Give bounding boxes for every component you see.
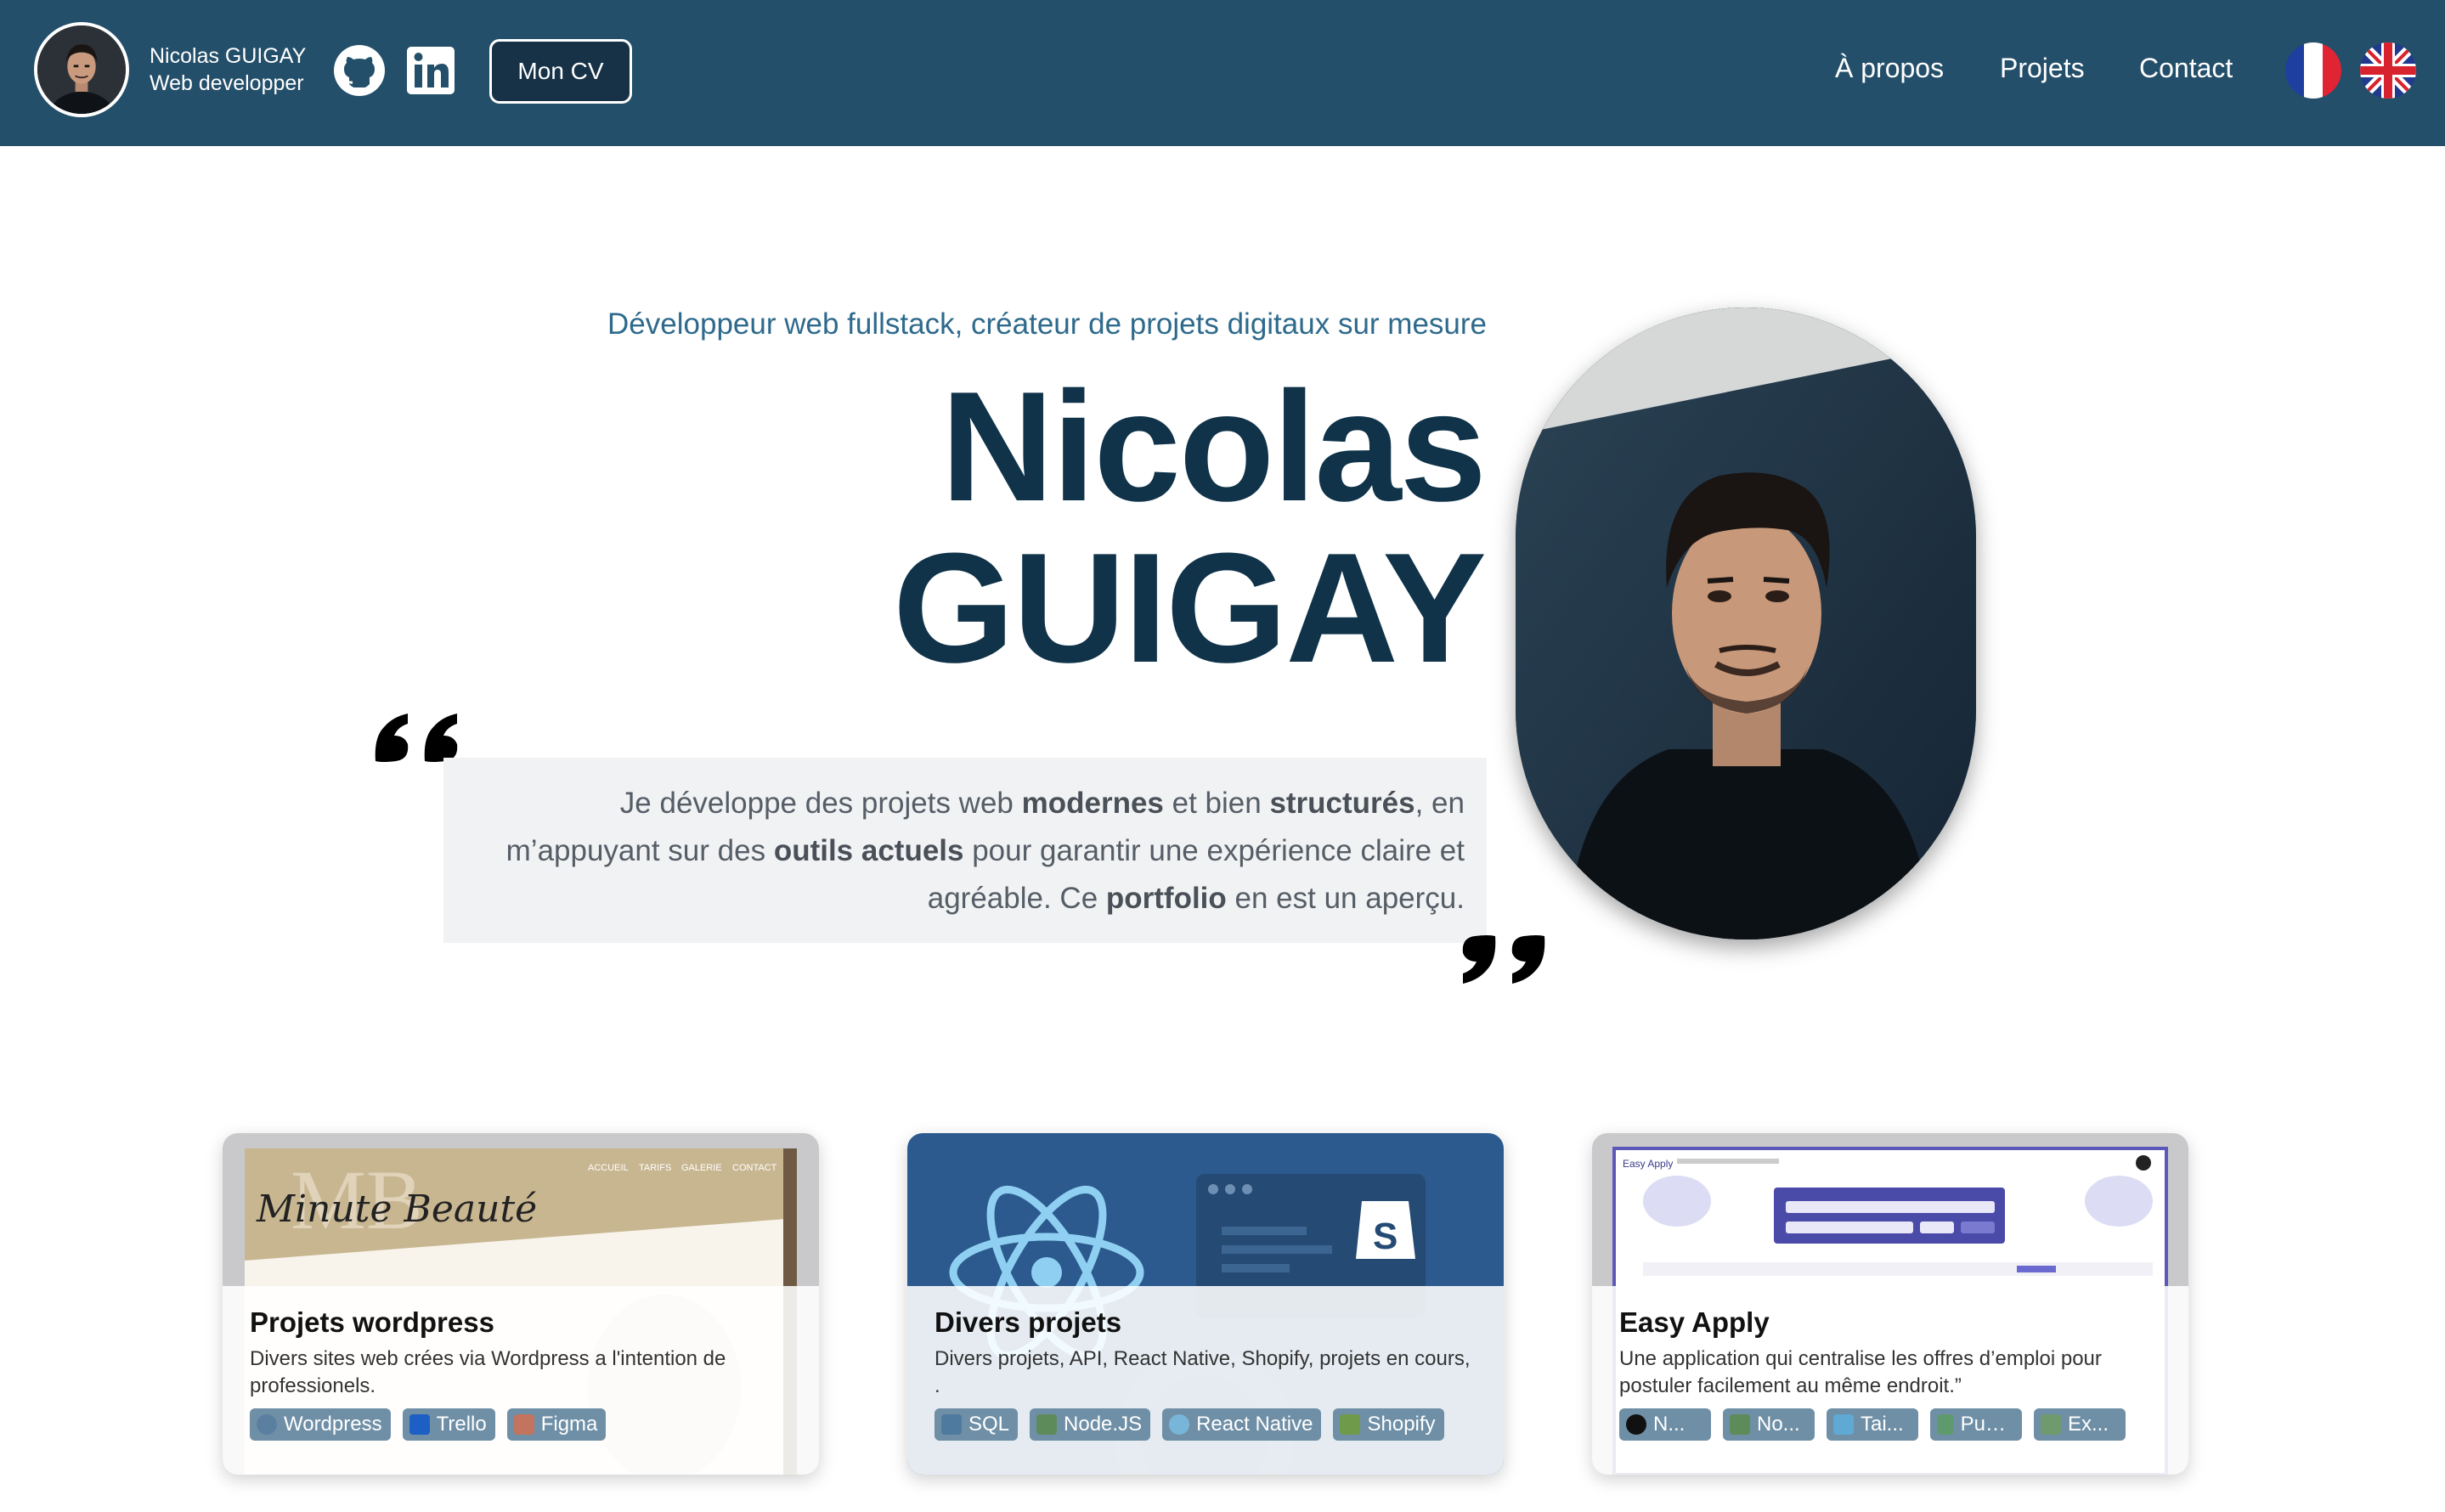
figma-icon [513,1414,534,1435]
nav-link-projects[interactable]: Projets [2000,53,2085,84]
card-description: Divers sites web crées via Wordpress a l… [250,1347,726,1397]
card-description: Une application qui centralise les offre… [1619,1347,2102,1397]
card-body: Divers projets Divers projets, API, Reac… [907,1286,1504,1475]
brand-block: Nicolas GUIGAY Web developper [150,42,306,97]
top-navbar: Nicolas GUIGAY Web developper Mon CV À p… [0,0,2445,146]
shopify-tag-icon [1340,1414,1361,1435]
french-flag-icon [2285,42,2341,99]
nav-link-about[interactable]: À propos [1835,53,1944,84]
brand-role: Web developper [150,71,304,95]
nodejs-icon [1036,1414,1058,1435]
project-card-easy-apply[interactable]: Easy Apply Easy Apply Une application qu… [1592,1133,2188,1475]
sql-icon [941,1414,962,1435]
nav-link-contact[interactable]: Contact [2139,53,2233,84]
language-fr-button[interactable] [2285,42,2341,99]
tag-trello: Trello [402,1408,495,1441]
card-title: Easy Apply [1619,1306,1770,1338]
hero-name-first: Nicolas [940,358,1487,533]
linkedin-link[interactable] [403,42,459,99]
thumb-logo-text: Minute Beauté [256,1188,537,1231]
tag-react-native: React Native [1162,1408,1322,1441]
wordpress-icon [257,1414,277,1435]
project-card-wordpress[interactable]: MB Minute Beauté ACCUEIL TARIFS GALERIE … [223,1133,819,1475]
avatar-photo [37,25,126,114]
quote-close-icon [1462,935,1545,984]
hero-name-last: GUIGAY [893,520,1487,695]
express-icon [2041,1414,2061,1435]
tag-wordpress: Wordpress [250,1408,391,1441]
language-en-button[interactable] [2360,42,2416,99]
svg-text:S: S [1373,1216,1398,1257]
tag-puppeteer: Pupp... [1930,1408,2022,1441]
react-native-icon [1169,1414,1190,1435]
tech-tags: Wordpress Trello Figma [250,1408,792,1441]
tag-sql: SQL [935,1408,1019,1441]
card-title: Projets wordpress [250,1306,494,1338]
tag-nodejs: Node.JS [1030,1408,1151,1441]
nextjs-icon [1626,1414,1646,1435]
svg-text:CONTACT: CONTACT [732,1163,777,1173]
brand-name: Nicolas GUIGAY [150,44,307,68]
tag-shopify: Shopify [1333,1408,1444,1441]
tech-tags: SQL Node.JS React Native Shopify [935,1408,1477,1441]
card-title: Divers projets [935,1306,1122,1338]
intro-quote: Je développe des projets web modernes et… [443,758,1487,943]
tag-express: Ex... [2034,1408,2126,1441]
svg-text:ACCUEIL: ACCUEIL [588,1163,629,1173]
svg-text:Easy Apply: Easy Apply [1623,1158,1673,1170]
avatar[interactable] [34,22,129,117]
svg-text:TARIFS: TARIFS [639,1163,671,1173]
github-icon [334,45,385,96]
profile-photo [1516,307,1976,939]
card-description: Divers projets, API, React Native, Shopi… [935,1347,1471,1397]
uk-flag-icon [2360,42,2416,99]
tag-figma: Figma [506,1408,607,1441]
tag-nextjs: N... [1619,1408,1711,1441]
hero-subtitle: Développeur web fullstack, créateur de p… [607,307,1487,341]
github-link[interactable] [331,42,387,99]
tag-tailwind: Tai... [1827,1408,1918,1441]
card-body: Projets wordpress Divers sites web crées… [223,1286,819,1475]
node-icon [1730,1414,1750,1435]
cv-button[interactable]: Mon CV [489,39,632,104]
linkedin-icon [407,47,455,94]
tag-node: No... [1723,1408,1815,1441]
trello-icon [409,1414,430,1435]
puppeteer-icon [1937,1414,1954,1435]
project-card-misc[interactable]: S Divers projets Divers projets, API, Re… [907,1133,1504,1475]
tailwind-icon [1833,1414,1854,1435]
tech-tags: N... No... Tai... Pupp... Ex... [1619,1408,2161,1441]
svg-text:GALERIE: GALERIE [681,1163,722,1173]
card-body: Easy Apply Une application qui centralis… [1592,1286,2188,1475]
